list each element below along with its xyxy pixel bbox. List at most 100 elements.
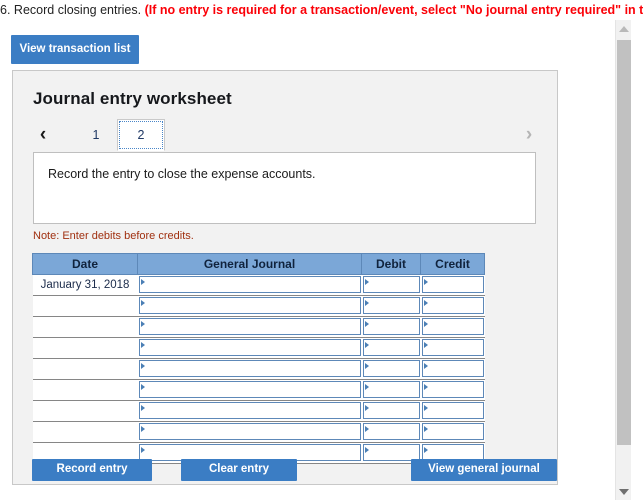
cell-date <box>32 316 138 338</box>
table-row <box>32 316 485 338</box>
view-general-journal-button[interactable]: View general journal <box>411 459 557 481</box>
cell-credit <box>420 400 485 422</box>
entry-description-text: Record the entry to close the expense ac… <box>48 167 316 181</box>
scrollbar-thumb[interactable] <box>617 40 631 445</box>
question-instruction: (If no entry is required for a transacti… <box>144 3 643 17</box>
cell-debit <box>361 421 421 443</box>
cell-wrapper <box>138 402 362 421</box>
cell-debit <box>361 274 421 296</box>
table-row <box>32 379 485 401</box>
general-journal-input[interactable] <box>138 276 361 293</box>
journal-entry-table-body: January 31, 2018 <box>32 274 485 464</box>
cell-debit <box>361 316 421 338</box>
cell-wrapper <box>362 402 421 421</box>
credit-input[interactable] <box>421 318 484 335</box>
cell-wrapper <box>138 276 362 295</box>
table-header-row: Date General Journal Debit Credit <box>32 253 485 275</box>
general-journal-input[interactable] <box>138 297 361 314</box>
table-row <box>32 421 485 443</box>
record-entry-button[interactable]: Record entry <box>32 459 152 481</box>
cell-general-journal <box>137 337 362 359</box>
general-journal-input[interactable] <box>138 423 361 440</box>
debit-input[interactable] <box>362 318 420 335</box>
cell-wrapper <box>421 381 485 400</box>
general-journal-input[interactable] <box>138 381 361 398</box>
debit-input[interactable] <box>362 423 420 440</box>
worksheet-title: Journal entry worksheet <box>33 89 232 108</box>
scroll-down-button[interactable] <box>616 483 631 500</box>
column-header-debit: Debit <box>361 253 421 275</box>
general-journal-input[interactable] <box>138 318 361 335</box>
previous-entry-chevron-icon[interactable]: ‹ <box>31 119 55 151</box>
cell-wrapper <box>362 339 421 358</box>
cell-general-journal <box>137 295 362 317</box>
cell-wrapper <box>421 339 485 358</box>
cell-general-journal <box>137 400 362 422</box>
cell-wrapper <box>421 297 485 316</box>
general-journal-input[interactable] <box>138 339 361 356</box>
worksheet-pager: ‹ 1 2 › <box>31 119 541 153</box>
general-journal-input[interactable] <box>138 402 361 419</box>
debit-input[interactable] <box>362 402 420 419</box>
table-row <box>32 295 485 317</box>
debit-input[interactable] <box>362 381 420 398</box>
worksheet-tab-2[interactable]: 2 <box>117 119 165 151</box>
cell-wrapper <box>421 276 485 295</box>
column-header-credit: Credit <box>420 253 485 275</box>
clear-entry-button[interactable]: Clear entry <box>181 459 297 481</box>
cell-credit <box>420 421 485 443</box>
table-row <box>32 358 485 380</box>
cell-credit <box>420 295 485 317</box>
general-journal-input[interactable] <box>138 360 361 377</box>
cell-wrapper <box>421 360 485 379</box>
cell-general-journal <box>137 421 362 443</box>
column-header-general-journal: General Journal <box>137 253 362 275</box>
debit-input[interactable] <box>362 339 420 356</box>
cell-date: January 31, 2018 <box>32 274 138 296</box>
scroll-up-arrow-icon <box>618 25 629 32</box>
cell-credit <box>420 316 485 338</box>
debit-input[interactable] <box>362 297 420 314</box>
scroll-up-button[interactable] <box>616 20 631 37</box>
entry-description-box: Record the entry to close the expense ac… <box>33 152 536 224</box>
cell-wrapper <box>362 360 421 379</box>
cell-debit <box>361 295 421 317</box>
worksheet-tab-1[interactable]: 1 <box>75 119 117 151</box>
journal-entry-screen: 6. Record closing entries. (If no entry … <box>0 0 643 500</box>
credit-input[interactable] <box>421 423 484 440</box>
credit-input[interactable] <box>421 381 484 398</box>
view-transaction-list-button[interactable]: View transaction list <box>11 35 139 64</box>
credit-input[interactable] <box>421 276 484 293</box>
cell-general-journal <box>137 316 362 338</box>
cell-wrapper <box>421 318 485 337</box>
debit-input[interactable] <box>362 360 420 377</box>
cell-credit <box>420 379 485 401</box>
credit-input[interactable] <box>421 339 484 356</box>
question-prompt: Record closing entries. <box>13 3 142 17</box>
cell-wrapper <box>138 339 362 358</box>
cell-wrapper <box>362 381 421 400</box>
cell-debit <box>361 400 421 422</box>
credit-input[interactable] <box>421 297 484 314</box>
cell-wrapper <box>421 402 485 421</box>
question-header: 6. Record closing entries. (If no entry … <box>0 0 643 22</box>
cell-date <box>32 400 138 422</box>
cell-wrapper <box>362 423 421 442</box>
cell-debit <box>361 337 421 359</box>
cell-general-journal <box>137 274 362 296</box>
cell-wrapper <box>362 318 421 337</box>
page-scrollbar[interactable] <box>615 20 631 500</box>
cell-wrapper <box>138 423 362 442</box>
cell-general-journal <box>137 379 362 401</box>
cell-date <box>32 379 138 401</box>
cell-wrapper <box>138 318 362 337</box>
cell-date <box>32 358 138 380</box>
cell-date <box>32 295 138 317</box>
debit-input[interactable] <box>362 276 420 293</box>
credit-input[interactable] <box>421 360 484 377</box>
next-entry-chevron-icon[interactable]: › <box>517 119 541 151</box>
credit-input[interactable] <box>421 402 484 419</box>
cell-date <box>32 337 138 359</box>
journal-entry-worksheet-panel: Journal entry worksheet ‹ 1 2 › Record t… <box>12 70 558 485</box>
scroll-down-arrow-icon <box>618 488 629 495</box>
